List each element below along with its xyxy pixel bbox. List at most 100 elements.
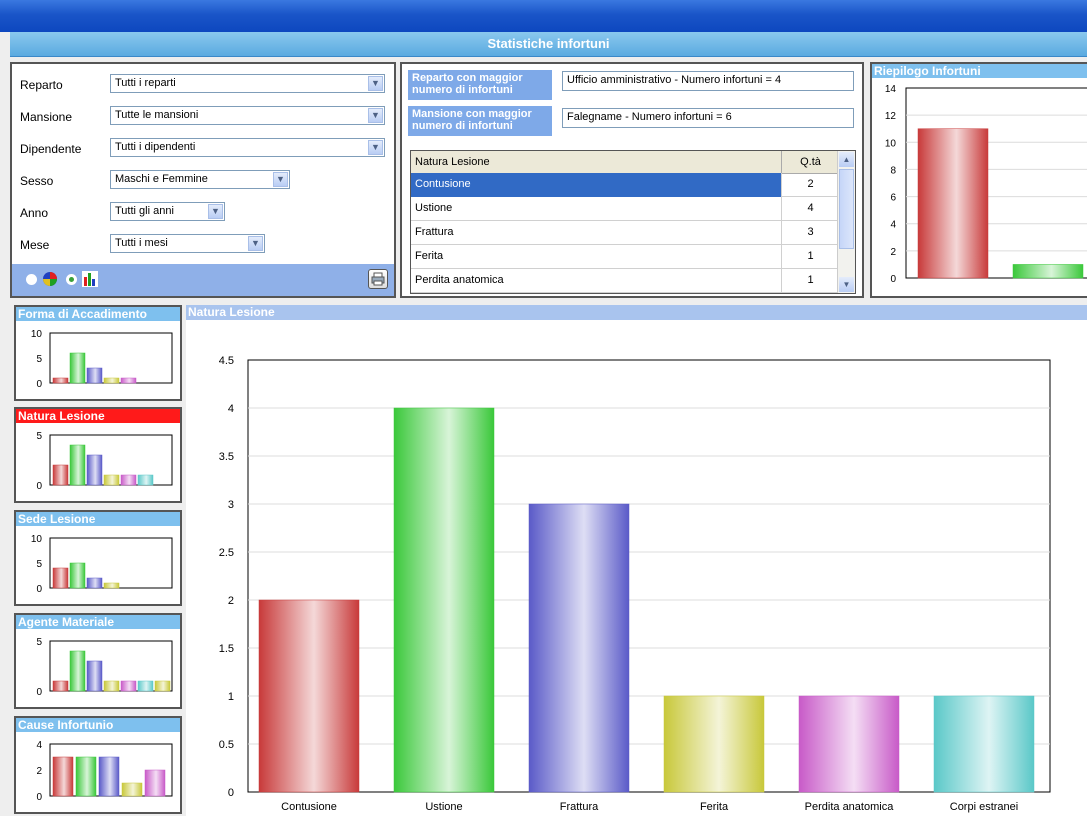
y-tick-label: 0 <box>36 792 42 803</box>
y-tick-label: 2 <box>36 766 42 777</box>
filter-anno: Anno Tutti gli anni ▼ <box>20 202 390 222</box>
filter-label: Dipendente <box>20 142 82 156</box>
mansione-max-field[interactable]: Falegname - Numero infortuni = 6 <box>562 108 854 128</box>
page-title: Statistiche infortuni <box>10 32 1087 57</box>
cell-qty: 4 <box>781 197 839 221</box>
filter-dipendente: Dipendente Tutti i dipendenti ▼ <box>20 138 390 158</box>
grid-body: Contusione 2 Ustione 4 Frattura 3 Ferita 1 Perdi… <box>411 173 839 293</box>
plot-frame <box>49 537 173 589</box>
bar-0 <box>917 128 989 279</box>
scroll-down-button[interactable]: ▼ <box>839 277 854 292</box>
dipendente-select[interactable]: Tutti i dipendenti ▼ <box>110 138 385 157</box>
riepilogo-title: Riepilogo Infortuni <box>872 64 1087 78</box>
cell-qty: 2 <box>781 173 839 197</box>
x-tick-label: Corpi estranei <box>950 801 1018 813</box>
chevron-down-icon[interactable]: ▼ <box>248 236 263 251</box>
chart-type-toolbar <box>12 264 394 296</box>
bar-3 <box>103 582 120 589</box>
chevron-down-icon[interactable]: ▼ <box>208 204 223 219</box>
reparto-max-field[interactable]: Ufficio amministrativo - Numero infortun… <box>562 71 854 91</box>
scroll-thumb[interactable] <box>839 169 854 249</box>
y-tick-label: 10 <box>31 329 43 340</box>
table-row[interactable]: Frattura 3 <box>411 221 839 245</box>
select-value: Tutti i mesi <box>115 237 168 249</box>
y-tick-label: 5 <box>36 431 42 442</box>
x-tick-label: Perdita anatomica <box>805 801 895 813</box>
cell-natura: Ustione <box>415 202 453 214</box>
bar-4 <box>144 769 166 797</box>
reparto-select[interactable]: Tutti i reparti ▼ <box>110 74 385 93</box>
y-tick-label: 2 <box>890 247 896 258</box>
filter-mese: Mese Tutti i mesi ▼ <box>20 234 390 254</box>
y-tick-label: 0 <box>890 274 896 285</box>
cell-natura: Contusione <box>411 173 781 197</box>
x-tick-label: Ustione <box>425 801 462 813</box>
riepilogo-chart: 14 12 10 8 6 4 2 0 <box>885 84 1087 285</box>
window-titlebar <box>0 0 1087 32</box>
column-header-qty[interactable]: Q.tà <box>781 151 839 173</box>
y-tick-label: 6 <box>890 193 896 204</box>
riepilogo-panel: Riepilogo Infortuni 14 12 10 8 6 4 2 0 <box>870 62 1087 298</box>
y-tick-label: 0.5 <box>219 739 234 751</box>
cell-qty: 3 <box>781 221 839 245</box>
column-header-natura[interactable]: Natura Lesione <box>411 151 781 173</box>
y-tick-label: 3 <box>228 499 234 511</box>
y-tick-label: 12 <box>885 111 897 122</box>
forma-title: Forma di Accadimento <box>16 307 180 321</box>
table-row[interactable]: Perdita anatomica 1 <box>411 269 839 293</box>
table-row[interactable]: Ustione 4 <box>411 197 839 221</box>
scroll-up-button[interactable]: ▲ <box>839 152 854 167</box>
grid-scrollbar[interactable]: ▲ ▼ <box>837 151 855 293</box>
print-button[interactable] <box>368 269 388 289</box>
chevron-down-icon[interactable]: ▼ <box>368 140 383 155</box>
chevron-down-icon[interactable]: ▼ <box>368 76 383 91</box>
mansione-max-label: Mansione con maggior numero di infortuni <box>408 106 552 136</box>
table-row[interactable]: Ferita 1 <box>411 245 839 269</box>
summary-panel: Reparto con maggior numero di infortuni … <box>400 62 864 298</box>
y-tick-label: 0 <box>36 481 42 492</box>
y-tick-label: 2 <box>228 595 234 607</box>
anno-select[interactable]: Tutti gli anni ▼ <box>110 202 225 221</box>
bar-0 <box>52 680 69 692</box>
select-value: Tutti gli anni <box>115 205 174 217</box>
mansione-select[interactable]: Tutte le mansioni ▼ <box>110 106 385 125</box>
y-tick-label: 10 <box>885 138 897 149</box>
natura-mini-chart: 50 <box>36 431 173 492</box>
x-tick-label: Contusione <box>281 801 337 813</box>
bar-0 <box>52 567 69 589</box>
y-tick-label: 1 <box>228 691 234 703</box>
sesso-select[interactable]: Maschi e Femmine ▼ <box>110 170 290 189</box>
cell-qty: 1 <box>781 269 839 293</box>
bar-1 <box>69 562 86 589</box>
bar-3 <box>121 782 143 797</box>
pie-chart-radio[interactable] <box>26 274 37 285</box>
forma-panel: Forma di Accadimento 10 5 0 <box>14 305 182 401</box>
filter-label: Anno <box>20 206 49 220</box>
bar-1 <box>75 756 97 797</box>
filter-sesso: Sesso Maschi e Femmine ▼ <box>20 170 390 190</box>
bar-2 <box>86 367 103 384</box>
bar-3 <box>103 377 120 384</box>
filter-mansione: Mansione Tutte le mansioni ▼ <box>20 106 390 126</box>
bar-5 <box>137 474 154 486</box>
bar-chart-icon <box>82 271 98 287</box>
cell-natura: Frattura <box>415 226 454 238</box>
chevron-down-icon[interactable]: ▼ <box>273 172 288 187</box>
chevron-down-icon[interactable]: ▼ <box>368 108 383 123</box>
bar-0 <box>52 464 69 486</box>
filter-label: Reparto <box>20 78 63 92</box>
y-tick-label: 14 <box>885 84 897 95</box>
filter-label: Mansione <box>20 110 73 124</box>
table-row[interactable]: Contusione 2 <box>411 173 839 197</box>
bar-5 <box>137 680 154 692</box>
filter-reparto: Reparto Tutti i reparti ▼ <box>20 74 390 94</box>
mese-select[interactable]: Tutti i mesi ▼ <box>110 234 265 253</box>
printer-icon <box>371 272 385 286</box>
main-chart-panel: Natura Lesione 4.5 4 3.5 3 2.5 2 1.5 1 0.5 0 Contu… <box>186 305 1087 816</box>
bar-ustione <box>393 407 495 793</box>
bar-chart-radio[interactable] <box>66 274 77 285</box>
y-tick-label: 4 <box>36 740 42 751</box>
select-value: Tutti i reparti <box>115 77 176 89</box>
cause-panel: Cause Infortunio 4 2 0 <box>14 716 182 814</box>
grid-header: Natura Lesione Q.tà <box>411 151 839 174</box>
